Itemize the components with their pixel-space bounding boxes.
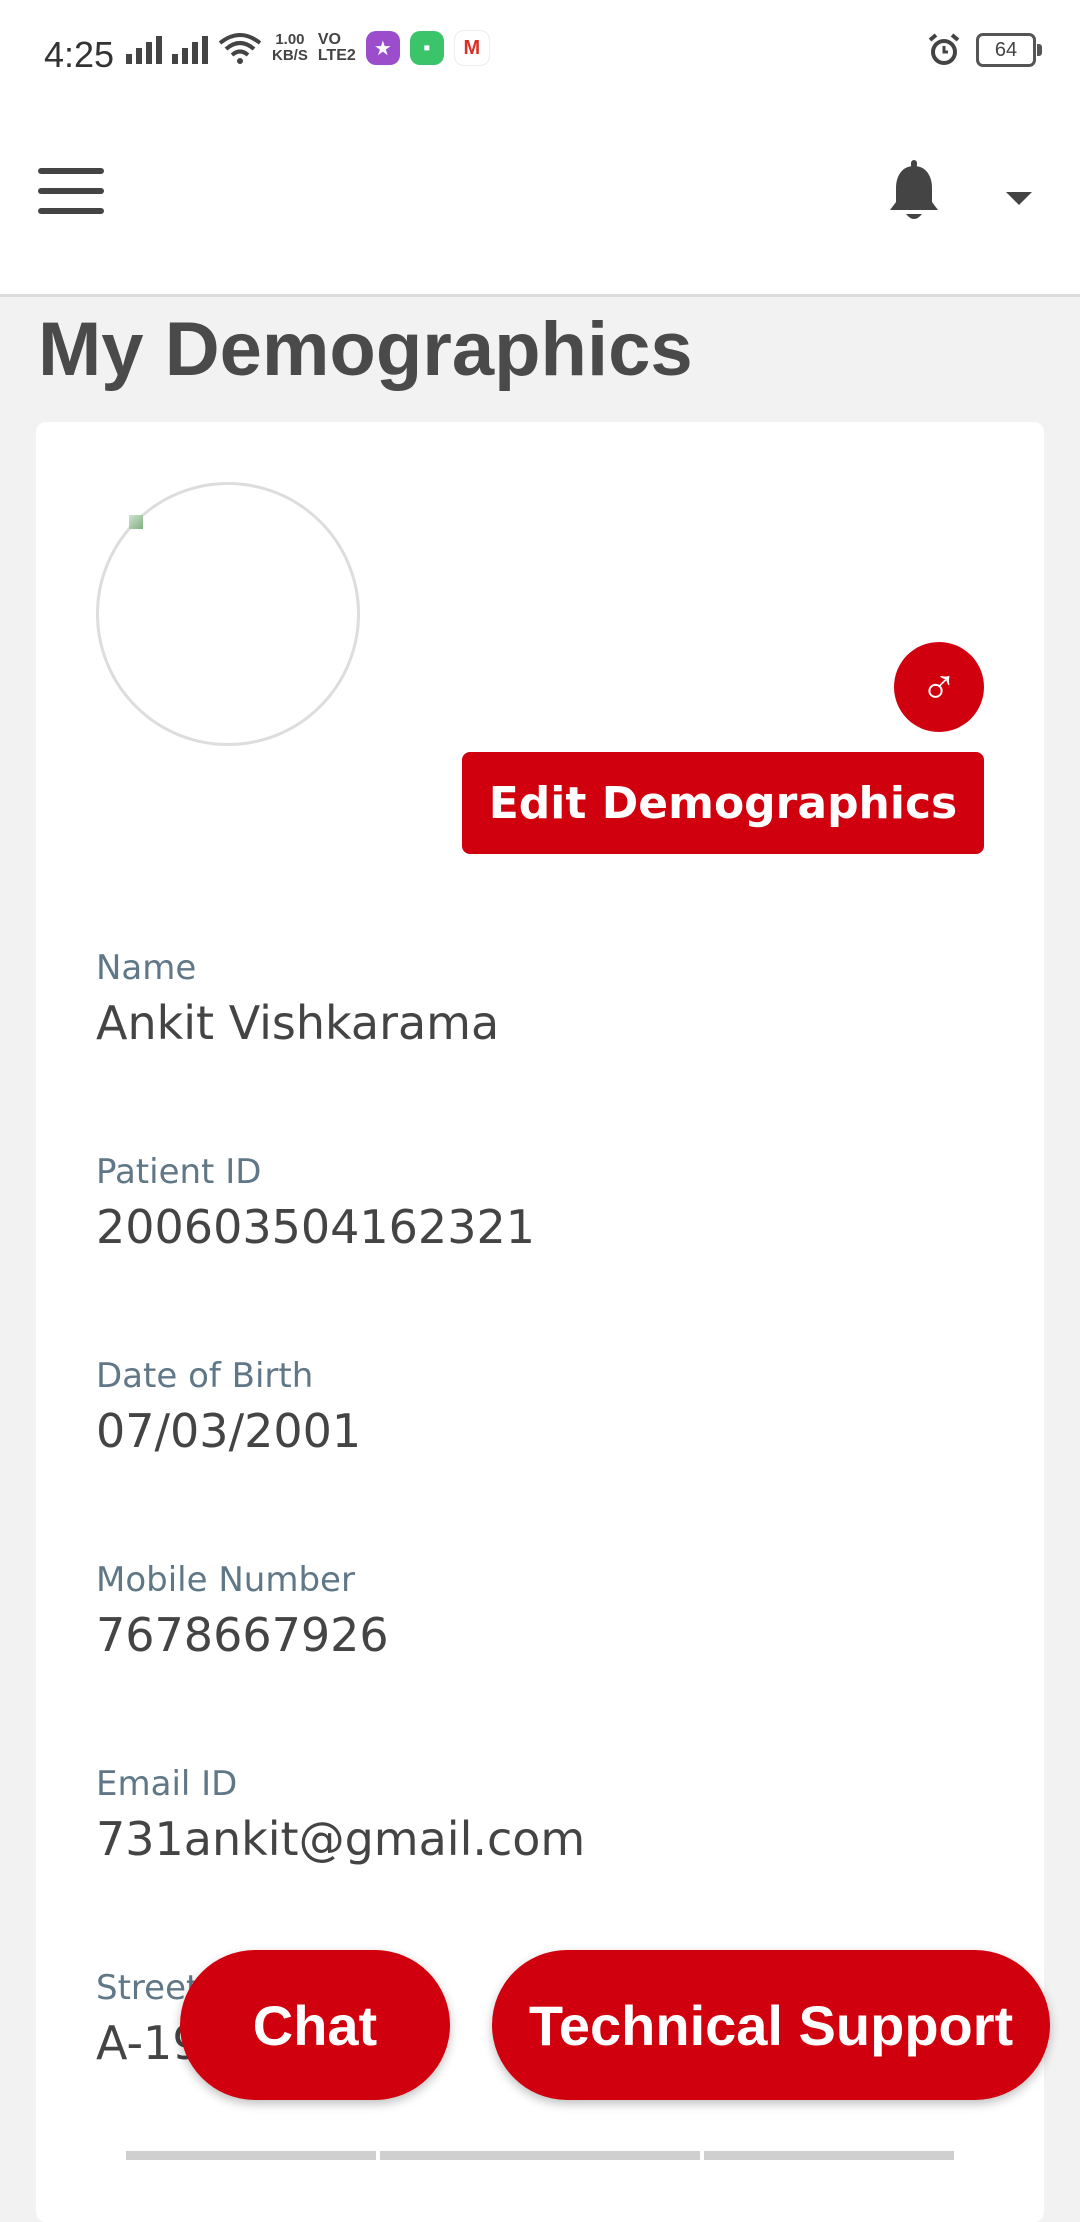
- bell-icon[interactable]: [886, 160, 942, 224]
- field-value: 731ankit@gmail.com: [96, 1812, 586, 1866]
- gmail-icon: M: [453, 30, 490, 66]
- caret-down-icon[interactable]: [1006, 192, 1032, 205]
- speed-unit: KB/S: [272, 47, 308, 64]
- volte-top: VO: [317, 31, 341, 48]
- avatar[interactable]: [96, 482, 360, 746]
- wifi-icon: [218, 33, 262, 64]
- alarm-icon: [928, 33, 960, 65]
- volte-indicator: VO LTE2: [318, 32, 356, 64]
- speed-value: 1.00: [275, 31, 305, 48]
- status-time: 4:25: [44, 34, 115, 75]
- bottom-divider: [126, 2151, 954, 2160]
- field-value: 7678667926: [96, 1608, 389, 1662]
- field-value: 200603504162321: [96, 1200, 535, 1254]
- volte-bottom: LTE2: [317, 47, 356, 64]
- app-header: [0, 110, 1080, 297]
- page-title: My Demographics: [38, 307, 693, 392]
- broken-image-icon: [129, 515, 143, 529]
- hamburger-menu-icon[interactable]: [38, 168, 104, 214]
- star-app-icon: ★: [365, 31, 400, 65]
- field-mobile-number: Mobile Number 7678667926: [96, 1560, 389, 1662]
- signal-icon: [126, 32, 162, 64]
- field-name: Name Ankit Vishkarama: [96, 948, 499, 1050]
- network-speed: 1.00 KB/S: [272, 32, 308, 64]
- field-email-id: Email ID 731ankit@gmail.com: [96, 1764, 585, 1866]
- field-patient-id: Patient ID 200603504162321: [96, 1152, 535, 1254]
- field-label: Patient ID: [96, 1152, 262, 1192]
- status-bar: 4:25 1.00 KB/S VO LTE2 ★ ▪ M 64: [0, 0, 1080, 110]
- field-label: Email ID: [96, 1764, 238, 1804]
- battery-icon: 64: [976, 33, 1042, 67]
- field-label: Name: [96, 948, 197, 988]
- chat-button[interactable]: Chat: [180, 1950, 450, 2100]
- status-icons: 1.00 KB/S VO LTE2 ★ ▪ M: [126, 30, 490, 66]
- male-gender-icon[interactable]: ♂: [894, 642, 984, 732]
- field-label: Date of Birth: [96, 1356, 314, 1396]
- field-label: Mobile Number: [96, 1560, 355, 1600]
- field-date-of-birth: Date of Birth 07/03/2001: [96, 1356, 361, 1458]
- edit-demographics-button[interactable]: Edit Demographics: [462, 752, 984, 854]
- status-right: 64: [926, 32, 1042, 68]
- technical-support-button[interactable]: Technical Support: [492, 1950, 1050, 2100]
- field-value: Ankit Vishkarama: [96, 996, 500, 1050]
- message-app-icon: ▪: [409, 31, 444, 65]
- signal-icon-2: [172, 32, 208, 64]
- field-value: 07/03/2001: [96, 1404, 362, 1458]
